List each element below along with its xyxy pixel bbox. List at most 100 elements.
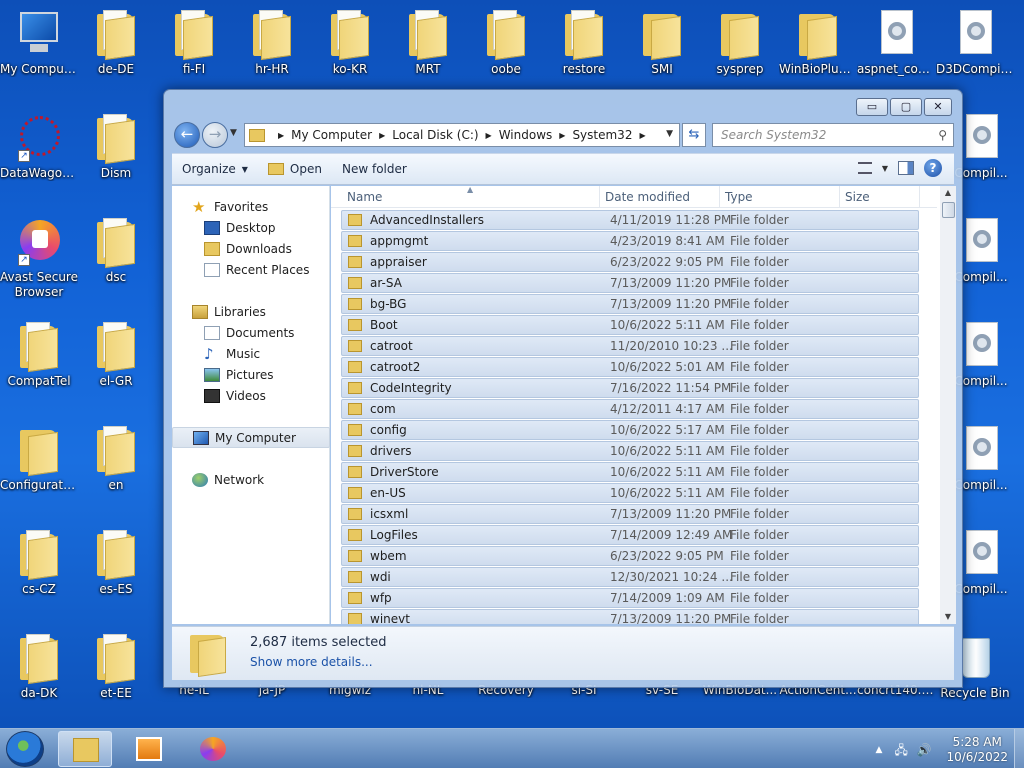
desktop-icon-folder[interactable]: ko-KR bbox=[311, 10, 389, 77]
table-row[interactable]: catroot2 10/6/2022 5:01 AM File folder bbox=[341, 357, 919, 377]
column-name[interactable]: Name bbox=[347, 190, 382, 204]
table-row[interactable]: Boot 10/6/2022 5:11 AM File folder bbox=[341, 315, 919, 335]
desktop-icon-folder[interactable]: Dism bbox=[77, 114, 155, 181]
clock[interactable]: 5:28 AM 10/6/2022 bbox=[946, 735, 1008, 765]
breadcrumb-local-disk[interactable]: Local Disk (C:) bbox=[392, 128, 478, 142]
show-hidden-icons-icon[interactable]: ▲ bbox=[876, 745, 883, 755]
maximize-button[interactable]: ▢ bbox=[890, 98, 922, 116]
table-row[interactable]: appraiser 6/23/2022 9:05 PM File folder bbox=[341, 252, 919, 272]
table-row[interactable]: appmgmt 4/23/2019 8:41 AM File folder bbox=[341, 231, 919, 251]
vertical-scrollbar[interactable]: ▲ ▼ bbox=[940, 186, 956, 624]
taskbar-media-player[interactable] bbox=[122, 731, 176, 767]
desktop-icon-datawagon[interactable]: ↗ DataWagon... bbox=[0, 114, 78, 181]
table-row[interactable]: wbem 6/23/2022 9:05 PM File folder bbox=[341, 546, 919, 566]
search-input[interactable]: Search System32 ⚲ bbox=[712, 123, 954, 147]
scroll-down-icon[interactable]: ▼ bbox=[940, 610, 956, 624]
desktop-icon-folder[interactable]: cs-CZ bbox=[0, 530, 78, 597]
refresh-button[interactable]: ⇆ bbox=[682, 123, 706, 147]
nav-my-computer[interactable]: My Computer bbox=[172, 427, 330, 448]
chevron-right-icon[interactable]: ▶ bbox=[278, 131, 284, 140]
nav-network[interactable]: Network bbox=[172, 469, 330, 490]
desktop-icon-folder[interactable]: SMI bbox=[623, 10, 701, 77]
close-button[interactable]: ✕ bbox=[924, 98, 952, 116]
table-row[interactable]: drivers 10/6/2022 5:11 AM File folder bbox=[341, 441, 919, 461]
show-more-details-link[interactable]: Show more details... bbox=[250, 655, 373, 669]
help-icon[interactable]: ? bbox=[924, 159, 942, 177]
table-row[interactable]: en-US 10/6/2022 5:11 AM File folder bbox=[341, 483, 919, 503]
table-row[interactable]: DriverStore 10/6/2022 5:11 AM File folder bbox=[341, 462, 919, 482]
chevron-down-icon[interactable]: ▼ bbox=[882, 164, 888, 173]
chevron-right-icon[interactable]: ▶ bbox=[639, 131, 645, 140]
desktop-icon-file[interactable]: D3DCompil... bbox=[936, 10, 1014, 77]
desktop-icon-folder[interactable]: MRT bbox=[389, 10, 467, 77]
desktop-icon-folder[interactable]: de-DE bbox=[77, 10, 155, 77]
scroll-thumb[interactable] bbox=[942, 202, 955, 218]
address-bar[interactable]: ▶ My Computer ▶ Local Disk (C:) ▶ Window… bbox=[244, 123, 680, 147]
nav-videos[interactable]: Videos bbox=[172, 385, 330, 406]
column-divider[interactable] bbox=[839, 186, 840, 208]
back-button[interactable]: ← bbox=[174, 122, 200, 148]
nav-desktop[interactable]: Desktop bbox=[172, 217, 330, 238]
breadcrumb-my-computer[interactable]: My Computer bbox=[291, 128, 372, 142]
table-row[interactable]: wdi 12/30/2021 10:24 ... File folder bbox=[341, 567, 919, 587]
desktop-icon-folder[interactable]: oobe bbox=[467, 10, 545, 77]
table-row[interactable]: config 10/6/2022 5:17 AM File folder bbox=[341, 420, 919, 440]
nav-favorites[interactable]: ★ Favorites bbox=[172, 196, 330, 217]
chevron-right-icon[interactable]: ▶ bbox=[379, 131, 385, 140]
desktop-icon-folder[interactable]: sysprep bbox=[701, 10, 779, 77]
table-row[interactable]: winevt 7/13/2009 11:20 PM File folder bbox=[341, 609, 919, 624]
breadcrumb-windows[interactable]: Windows bbox=[499, 128, 553, 142]
table-row[interactable]: LogFiles 7/14/2009 12:49 AM File folder bbox=[341, 525, 919, 545]
recent-pages-dropdown[interactable]: ▼ bbox=[230, 128, 237, 138]
minimize-button[interactable]: ▭ bbox=[856, 98, 888, 116]
desktop-icon-folder[interactable]: fi-FI bbox=[155, 10, 233, 77]
nav-recent-places[interactable]: Recent Places bbox=[172, 259, 330, 280]
desktop-icon-folder[interactable]: et-EE bbox=[77, 634, 155, 701]
desktop-icon-my-computer[interactable]: My Computer bbox=[0, 10, 78, 77]
volume-icon[interactable]: 🔊 bbox=[916, 743, 931, 757]
breadcrumb-system32[interactable]: System32 bbox=[572, 128, 632, 142]
organize-button[interactable]: Organize ▼ bbox=[172, 162, 258, 176]
table-row[interactable]: icsxml 7/13/2009 11:20 PM File folder bbox=[341, 504, 919, 524]
column-divider[interactable] bbox=[919, 186, 920, 208]
show-desktop-button[interactable] bbox=[1014, 729, 1024, 768]
taskbar-explorer[interactable] bbox=[58, 731, 112, 767]
chevron-right-icon[interactable]: ▶ bbox=[559, 131, 565, 140]
scroll-up-icon[interactable]: ▲ bbox=[940, 186, 956, 200]
chevron-right-icon[interactable]: ▶ bbox=[486, 131, 492, 140]
table-row[interactable]: com 4/12/2011 4:17 AM File folder bbox=[341, 399, 919, 419]
desktop-icon-folder[interactable]: da-DK bbox=[0, 634, 78, 701]
desktop-icon-file[interactable]: aspnet_cou... bbox=[857, 10, 935, 77]
desktop-icon-folder[interactable]: restore bbox=[545, 10, 623, 77]
column-divider[interactable] bbox=[719, 186, 720, 208]
table-row[interactable]: catroot 11/20/2010 10:23 ... File folder bbox=[341, 336, 919, 356]
column-type[interactable]: Type bbox=[725, 190, 753, 204]
nav-music[interactable]: ♪ Music bbox=[172, 343, 330, 364]
forward-button[interactable]: → bbox=[202, 122, 228, 148]
table-row[interactable]: ar-SA 7/13/2009 11:20 PM File folder bbox=[341, 273, 919, 293]
nav-downloads[interactable]: Downloads bbox=[172, 238, 330, 259]
table-row[interactable]: AdvancedInstallers 4/11/2019 11:28 PM File… bbox=[341, 210, 919, 230]
nav-documents[interactable]: Documents bbox=[172, 322, 330, 343]
desktop-icon-folder[interactable]: Configuration bbox=[0, 426, 78, 493]
open-button[interactable]: Open bbox=[258, 162, 332, 176]
nav-pictures[interactable]: Pictures bbox=[172, 364, 330, 385]
desktop-icon-folder[interactable]: en bbox=[77, 426, 155, 493]
column-size[interactable]: Size bbox=[845, 190, 870, 204]
taskbar-avast-browser[interactable] bbox=[186, 731, 240, 767]
desktop-icon-folder[interactable]: es-ES bbox=[77, 530, 155, 597]
desktop-icon-folder[interactable]: dsc bbox=[77, 218, 155, 285]
table-row[interactable]: bg-BG 7/13/2009 11:20 PM File folder bbox=[341, 294, 919, 314]
preview-pane-icon[interactable] bbox=[898, 161, 914, 175]
table-row[interactable]: CodeIntegrity 7/16/2022 11:54 PM File fold… bbox=[341, 378, 919, 398]
table-row[interactable]: wfp 7/14/2009 1:09 AM File folder bbox=[341, 588, 919, 608]
desktop-icon-folder[interactable]: WinBioPlug... bbox=[779, 10, 857, 77]
desktop-icon-folder[interactable]: el-GR bbox=[77, 322, 155, 389]
new-folder-button[interactable]: New folder bbox=[332, 162, 417, 176]
change-view-icon[interactable] bbox=[857, 162, 872, 174]
nav-libraries[interactable]: Libraries bbox=[172, 301, 330, 322]
column-divider[interactable] bbox=[599, 186, 600, 208]
start-button[interactable] bbox=[6, 731, 44, 767]
desktop-icon-avast-browser[interactable]: ↗ Avast Secure Browser bbox=[0, 218, 78, 300]
desktop-icon-folder[interactable]: hr-HR bbox=[233, 10, 311, 77]
